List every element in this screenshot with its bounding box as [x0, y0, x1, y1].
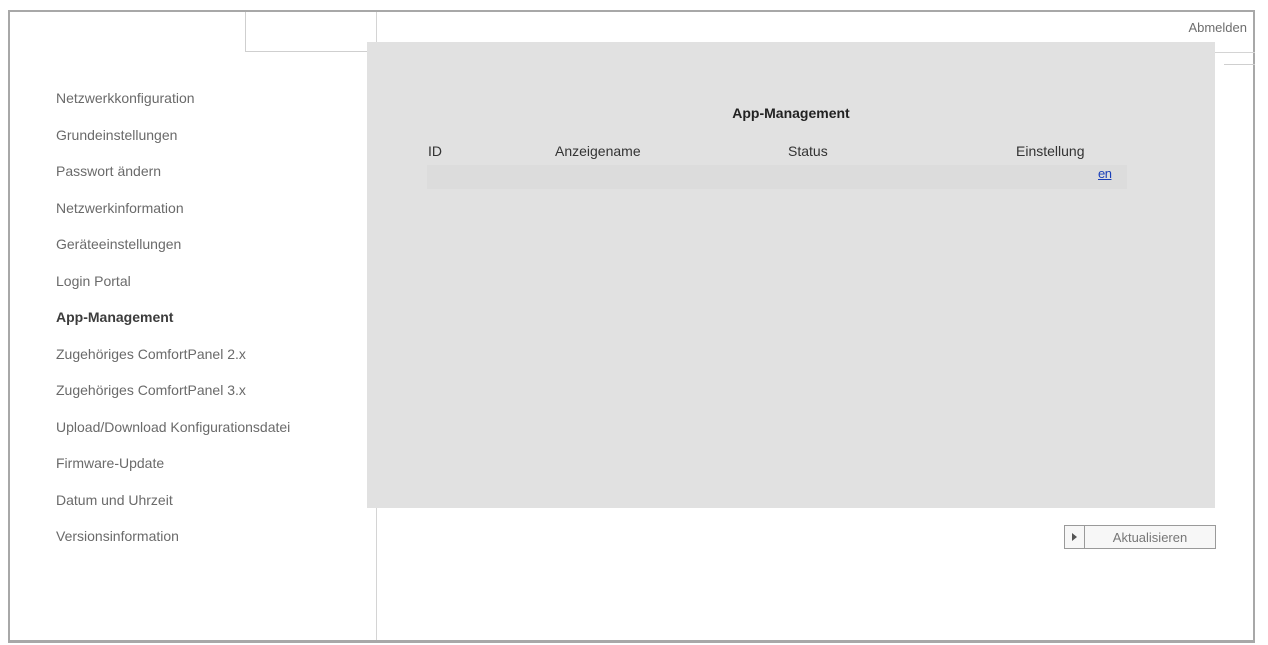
page-title: App-Management: [732, 105, 850, 121]
table-row: [427, 165, 1127, 189]
app-management-panel: App-Management ID Anzeigename Status Ein…: [367, 42, 1215, 508]
sidebar-item-comfortpanel-2x[interactable]: Zugehöriges ComfortPanel 2.x: [56, 336, 366, 373]
header-divider-right: [1224, 64, 1255, 65]
sidebar-nav: Netzwerkkonfiguration Grundeinstellungen…: [56, 80, 366, 555]
sidebar-item-versionsinformation[interactable]: Versionsinformation: [56, 518, 366, 555]
sidebar-item-login-portal[interactable]: Login Portal: [56, 263, 366, 300]
sidebar-item-netzwerkinformation[interactable]: Netzwerkinformation: [56, 190, 366, 227]
sidebar-item-geraeteeinstellungen[interactable]: Geräteeinstellungen: [56, 226, 366, 263]
play-arrow-icon: [1065, 526, 1085, 548]
refresh-button-label: Aktualisieren: [1112, 529, 1188, 545]
logout-link[interactable]: Abmelden: [1188, 20, 1247, 35]
column-header-status: Status: [788, 143, 828, 159]
sidebar-item-datum-uhrzeit[interactable]: Datum und Uhrzeit: [56, 482, 366, 519]
column-header-id: ID: [428, 143, 442, 159]
sidebar-item-grundeinstellungen[interactable]: Grundeinstellungen: [56, 117, 366, 154]
sidebar-item-app-management[interactable]: App-Management: [56, 299, 366, 336]
sidebar-item-passwort-aendern[interactable]: Passwort ändern: [56, 153, 366, 190]
column-header-einstellung: Einstellung: [1016, 143, 1085, 159]
header-tab: [246, 12, 377, 52]
column-header-anzeigename: Anzeigename: [555, 143, 641, 159]
sidebar-item-upload-download-config[interactable]: Upload/Download Konfigurationsdatei: [56, 409, 366, 446]
sidebar-item-firmware-update[interactable]: Firmware-Update: [56, 445, 366, 482]
refresh-button[interactable]: Aktualisieren: [1064, 525, 1216, 549]
sidebar-item-netzwerkkonfiguration[interactable]: Netzwerkkonfiguration: [56, 80, 366, 117]
settings-link-partial[interactable]: en: [1098, 166, 1112, 181]
logo-area: [10, 12, 246, 52]
sidebar-item-comfortpanel-3x[interactable]: Zugehöriges ComfortPanel 3.x: [56, 372, 366, 409]
